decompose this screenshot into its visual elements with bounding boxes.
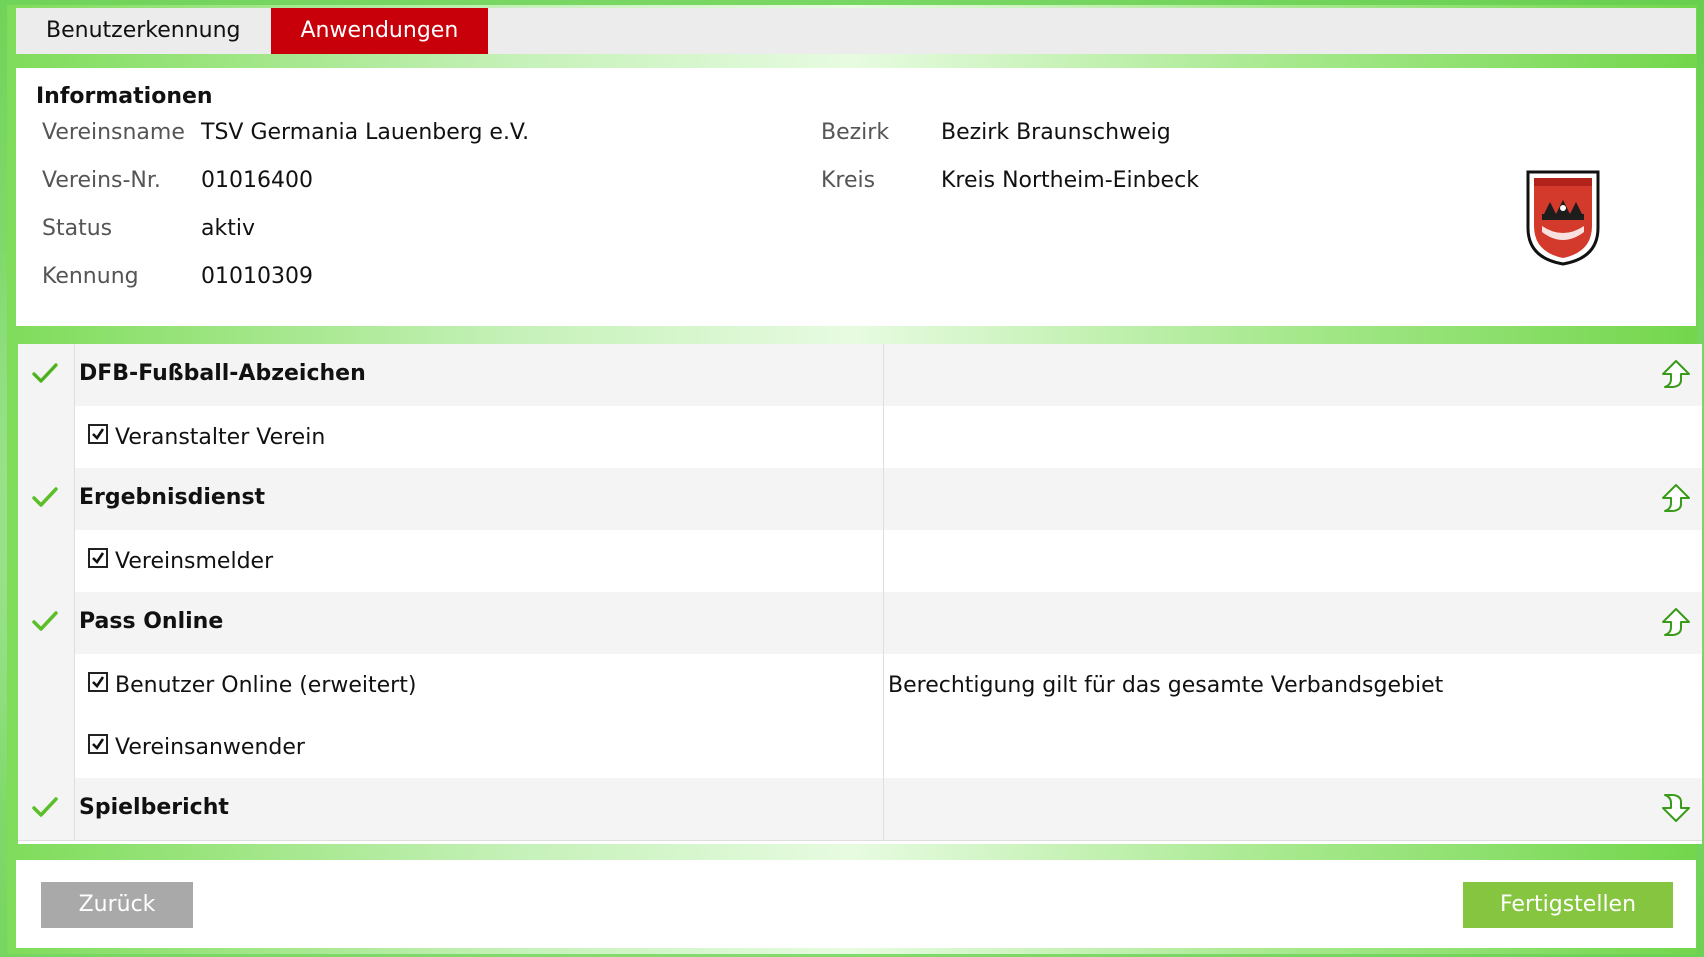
vereinsnr-label: Vereins-Nr.	[42, 168, 161, 193]
vereinsname-value: TSV Germania Lauenberg e.V.	[201, 120, 530, 145]
kreis-label: Kreis	[821, 168, 876, 193]
kreis-value: Kreis Northeim-Einbeck	[941, 168, 1199, 193]
tab-benutzerkennung[interactable]: Benutzerkennung	[16, 8, 271, 54]
expand-down-arrow-icon[interactable]	[1660, 792, 1692, 824]
checkbox-veranstalter-verein[interactable]	[88, 424, 108, 444]
checkbox-check-icon	[92, 676, 105, 689]
cell-icon	[18, 406, 75, 468]
cell-main: DFB-Fußball-Abzeichen	[75, 344, 884, 406]
status-value: aktiv	[201, 216, 255, 241]
app-row-ergebnisdienst: Ergebnisdienst	[18, 468, 1702, 531]
app-subrow: Vereinsanwender	[18, 716, 1702, 779]
back-button[interactable]: Zurück	[41, 882, 193, 928]
checkmark-icon	[32, 611, 58, 631]
club-crest-logo	[1526, 170, 1600, 266]
cell-icon	[18, 778, 75, 840]
app-title-dfb: DFB-Fußball-Abzeichen	[79, 361, 366, 386]
bezirk-label: Bezirk	[821, 120, 890, 145]
checkbox-check-icon	[92, 428, 105, 441]
cell-main: Vereinsmelder	[75, 530, 884, 592]
info-title: Informationen	[36, 84, 213, 109]
app-title-ergebnisdienst: Ergebnisdienst	[79, 485, 266, 510]
cell-icon	[18, 344, 75, 406]
checkbox-vereinsmelder[interactable]	[88, 548, 108, 568]
cell-main: Pass Online	[75, 592, 884, 654]
checkmark-icon	[32, 487, 58, 507]
app-subrow: Veranstalter Verein	[18, 406, 1702, 469]
tab-anwendungen[interactable]: Anwendungen	[270, 8, 489, 54]
app-row-spielbericht: Spielbericht	[18, 778, 1702, 841]
kennung-label: Kennung	[42, 264, 139, 289]
cell-icon	[18, 654, 75, 716]
cell-main: Benutzer Online (erweitert)	[75, 654, 884, 716]
cell-main: Vereinsanwender	[75, 716, 884, 778]
vereinsname-label: Vereinsname	[42, 120, 185, 145]
permission-note: Berechtigung gilt für das gesamte Verban…	[888, 673, 1444, 698]
permission-label: Veranstalter Verein	[115, 425, 326, 450]
app-row-dfb: DFB-Fußball-Abzeichen	[18, 344, 1702, 407]
checkmark-icon	[32, 797, 58, 817]
checkbox-benutzer-online[interactable]	[88, 672, 108, 692]
checkmark-icon	[32, 363, 58, 383]
info-panel: Informationen Vereinsname TSV Germania L…	[16, 68, 1696, 326]
cell-icon	[18, 468, 75, 530]
vereinsnr-value: 01016400	[201, 168, 313, 193]
cell-icon	[18, 592, 75, 654]
cell-right	[884, 468, 1702, 530]
cell-right	[884, 592, 1702, 654]
app-title-pass-online: Pass Online	[79, 609, 224, 634]
bezirk-value: Bezirk Braunschweig	[941, 120, 1171, 145]
kennung-value: 01010309	[201, 264, 313, 289]
cell-icon	[18, 716, 75, 778]
app-subrow: Vereinsmelder	[18, 530, 1702, 593]
cell-right	[884, 530, 1702, 592]
cell-right	[884, 406, 1702, 468]
cell-icon	[18, 530, 75, 592]
checkbox-check-icon	[92, 552, 105, 565]
collapse-up-arrow-icon[interactable]	[1660, 358, 1692, 390]
cell-right	[884, 778, 1702, 840]
tab-bar: Benutzerkennung Anwendungen	[16, 8, 1696, 54]
permission-label: Vereinsmelder	[115, 549, 274, 574]
collapse-up-arrow-icon[interactable]	[1660, 606, 1692, 638]
cell-main: Veranstalter Verein	[75, 406, 884, 468]
cell-right	[884, 716, 1702, 778]
cell-right: Berechtigung gilt für das gesamte Verban…	[884, 654, 1702, 716]
footer-bar: Zurück Fertigstellen	[16, 860, 1696, 948]
applications-table: DFB-Fußball-Abzeichen Veranstalter Verei…	[18, 344, 1702, 844]
checkbox-vereinsanwender[interactable]	[88, 734, 108, 754]
finish-button[interactable]: Fertigstellen	[1463, 882, 1673, 928]
app-title-spielbericht: Spielbericht	[79, 795, 229, 820]
cell-main: Spielbericht	[75, 778, 884, 840]
app-row-pass-online: Pass Online	[18, 592, 1702, 655]
checkbox-check-icon	[92, 738, 105, 751]
cell-main: Ergebnisdienst	[75, 468, 884, 530]
collapse-up-arrow-icon[interactable]	[1660, 482, 1692, 514]
cell-right	[884, 344, 1702, 406]
app-subrow: Benutzer Online (erweitert) Berechtigung…	[18, 654, 1702, 717]
permission-label: Vereinsanwender	[115, 735, 305, 760]
status-label: Status	[42, 216, 113, 241]
permission-label: Benutzer Online (erweitert)	[115, 673, 417, 698]
